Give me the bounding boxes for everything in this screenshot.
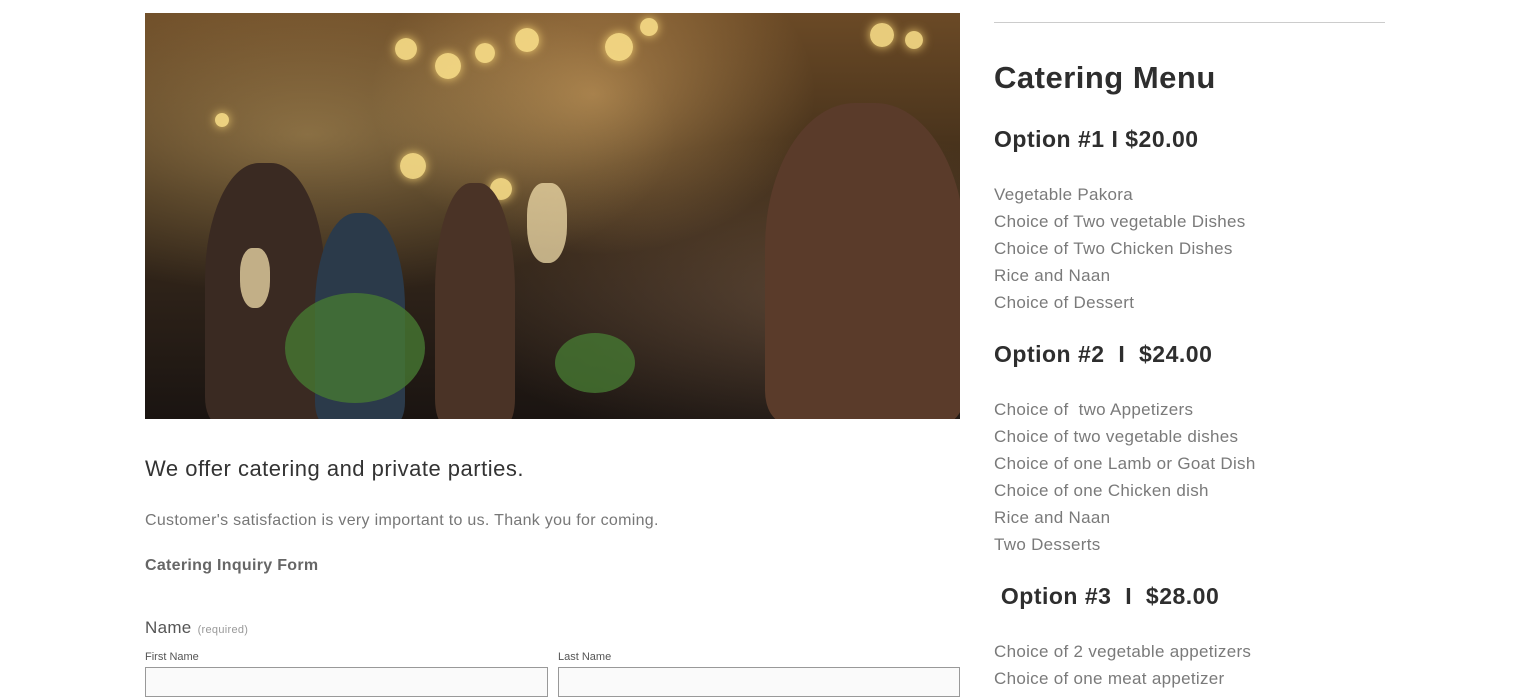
form-title: Catering Inquiry Form — [145, 557, 319, 574]
list-item: Choice of Dessert — [994, 293, 1135, 312]
option-2-heading: Option #2 I $24.00 — [994, 341, 1213, 367]
bokeh-light — [400, 153, 426, 179]
list-item: Vegetable Pakora — [994, 185, 1134, 204]
bokeh-light — [435, 53, 461, 79]
option-1-heading: Option #1 I $20.00 — [994, 126, 1199, 152]
intro-heading: We offer catering and private parties. — [145, 456, 524, 481]
bokeh-light — [640, 18, 658, 36]
guest-figure — [765, 103, 960, 419]
catering-menu-title: Catering Menu — [994, 60, 1216, 95]
last-name-label: Last Name — [558, 651, 612, 663]
list-item: Choice of one Chicken dish — [994, 481, 1209, 500]
table-flowers — [285, 293, 425, 403]
list-item: Choice of 2 vegetable appetizers — [994, 642, 1252, 661]
last-name-input[interactable] — [558, 667, 960, 697]
name-label-text: Name — [145, 618, 192, 637]
bokeh-light — [395, 38, 417, 60]
champagne-glass — [240, 248, 270, 308]
bokeh-light — [515, 28, 539, 52]
name-field-label: Name (required) — [145, 618, 248, 638]
bokeh-light — [605, 33, 633, 61]
first-name-input[interactable] — [145, 667, 548, 697]
list-item: Two Desserts — [994, 535, 1101, 554]
option-2-items: Choice of two Appetizers Choice of two v… — [994, 396, 1256, 558]
table-flowers — [555, 333, 635, 393]
catering-party-photo — [145, 13, 960, 419]
bokeh-light — [475, 43, 495, 63]
list-item: Choice of two Appetizers — [994, 400, 1194, 419]
intro-text: Customer's satisfaction is very importan… — [145, 512, 659, 529]
option-1-items: Vegetable Pakora Choice of Two vegetable… — [994, 181, 1246, 316]
bokeh-light — [905, 31, 923, 49]
list-item: Rice and Naan — [994, 266, 1111, 285]
list-item: Choice of one meat appetizer — [994, 669, 1225, 688]
bokeh-light — [870, 23, 894, 47]
first-name-label: First Name — [145, 651, 199, 663]
champagne-glass — [527, 183, 567, 263]
list-item: Choice of Two vegetable Dishes — [994, 212, 1246, 231]
list-item: Choice of Two Chicken Dishes — [994, 239, 1233, 258]
guest-figure — [435, 183, 515, 419]
sidebar-divider — [994, 22, 1385, 23]
required-marker: (required) — [197, 624, 249, 636]
option-3-heading: Option #3 I $28.00 — [994, 583, 1220, 609]
list-item: Choice of one Lamb or Goat Dish — [994, 454, 1256, 473]
option-3-items: Choice of 2 vegetable appetizers Choice … — [994, 638, 1251, 692]
bokeh-light — [215, 113, 229, 127]
list-item: Choice of two vegetable dishes — [994, 427, 1239, 446]
list-item: Rice and Naan — [994, 508, 1111, 527]
